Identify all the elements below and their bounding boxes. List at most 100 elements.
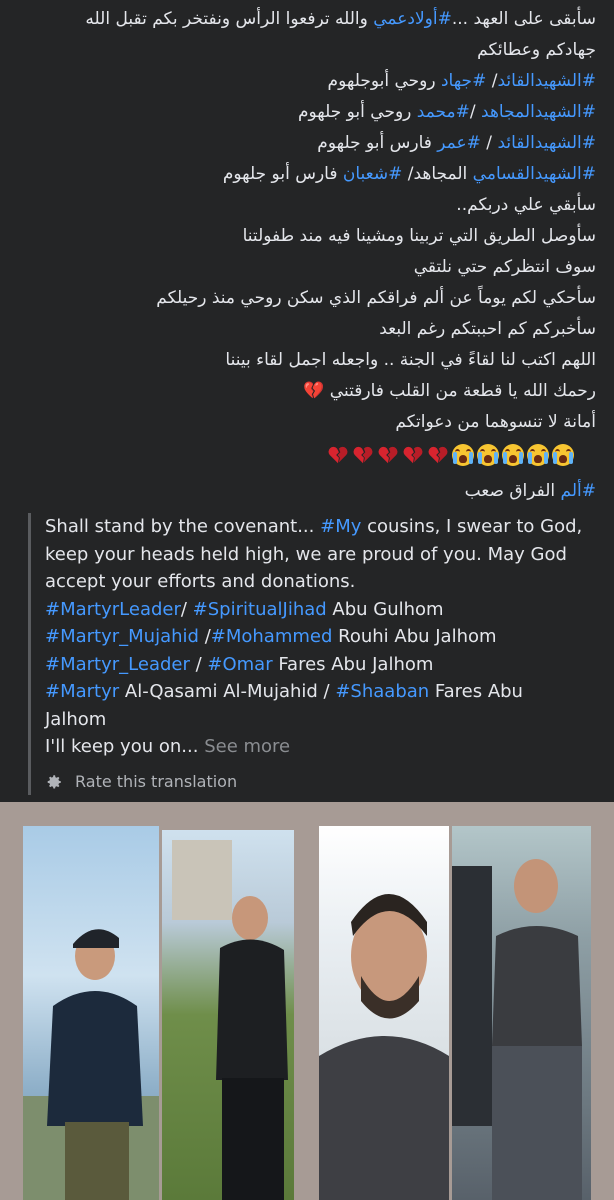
translation-line: #Martyr Al-Qasami Al-Mujahid / #Shaaban … [45, 678, 594, 706]
arabic-post-text: سأبقى على العهد ...#أولادعمي والله ترفعو… [0, 0, 614, 438]
loudly-crying-face-icon [452, 444, 474, 466]
text-segment: سأخبركم كم احببتكم رغم البعد [379, 319, 596, 339]
text-segment: رحمك الله يا قطعة من القلب فارقتني [324, 381, 596, 401]
emoji-row [0, 438, 614, 476]
hashtag-link[interactable]: #SpiritualJihad [193, 599, 327, 620]
hashtag-link[interactable]: #الشهيدالقسامي [473, 164, 596, 184]
arabic-line: سأوصل الطريق التي تربينا ومشينا فيه مند … [18, 221, 596, 252]
text-segment: Rouhi Abu Jalhom [332, 626, 497, 647]
text-segment: سوف انتظركم حتي نلتقي [413, 257, 596, 277]
text-segment: سأوصل الطريق التي تربينا ومشينا فيه مند … [242, 226, 596, 246]
translation-line: #Martyr_Leader / #Omar Fares Abu Jalhom [45, 651, 594, 679]
loudly-crying-face-icon [527, 444, 549, 466]
hashtag-link[interactable]: #ألم [561, 481, 596, 501]
text-segment: Abu Gulhom [326, 598, 444, 620]
photo-1[interactable] [23, 826, 159, 1200]
hashtag-link[interactable]: #Omar [207, 654, 272, 675]
text-segment: اللهم اكتب لنا لقاءً في الجنة .. واجعله … [225, 350, 596, 370]
text-segment: أمانة لا تنسوهما من دعواتكم [395, 412, 596, 432]
loudly-crying-face-icon [477, 444, 499, 466]
text-segment: / [180, 598, 193, 620]
arabic-line: #الشهيدالقائد / #عمر فارس أبو جلهوم [18, 128, 596, 159]
hashtag-link[interactable]: #عمر [437, 133, 481, 153]
translation-line: #Martyr_Mujahid /#Mohammed Rouhi Abu Jal… [45, 623, 594, 651]
hashtag-link[interactable]: #Martyr_Mujahid [45, 626, 199, 647]
arabic-closing-line: #ألم الفراق صعب [0, 476, 614, 507]
hashtag-link[interactable]: #محمد [417, 102, 470, 122]
text-segment: المجاهد/ [402, 164, 473, 184]
truncated-text: I'll keep you on... [45, 736, 199, 757]
rate-translation-label: Rate this translation [75, 771, 238, 791]
text-segment: Fares Abu [429, 681, 523, 702]
text-segment: Fares Abu Jalhom [272, 653, 434, 675]
translation-line: Shall stand by the covenant... #My cousi… [45, 513, 594, 541]
arabic-line: رحمك الله يا قطعة من القلب فارقتني 💔 [18, 376, 596, 407]
person-silhouette [172, 840, 288, 1200]
hashtag-link[interactable]: #Shaaban [335, 681, 429, 702]
text-segment: keep your heads held high, we are proud … [45, 543, 567, 565]
text-segment: الفراق صعب [464, 481, 561, 501]
broken-heart-icon [327, 444, 349, 466]
photo-2[interactable] [162, 830, 294, 1200]
arabic-line: أمانة لا تنسوهما من دعواتكم [18, 407, 596, 438]
text-segment: روحي أبو جلهوم [297, 102, 417, 122]
text-segment: cousins, I swear to God, [361, 516, 583, 537]
see-more-link[interactable]: See more [204, 736, 290, 757]
hashtag-link[interactable]: #Martyr_Leader [45, 654, 190, 675]
hashtag-link[interactable]: #جهاد [441, 71, 486, 91]
text-segment: / [480, 133, 498, 153]
broken-heart-icon [402, 444, 424, 466]
broken-heart-icon [352, 444, 374, 466]
photo-4[interactable] [452, 826, 591, 1200]
hashtag-link[interactable]: #الشهيدالقائد [497, 71, 596, 91]
hashtag-link[interactable]: #My [320, 516, 361, 537]
hashtag-link[interactable]: #أولادعمي [373, 9, 452, 29]
text-segment: سأبقى على العهد ... [451, 9, 596, 29]
arabic-line: سأخبركم كم احببتكم رغم البعد [18, 314, 596, 345]
hashtag-link[interactable]: #الشهيدالمجاهد [481, 102, 596, 122]
translation-block: Shall stand by the covenant... #My cousi… [28, 513, 594, 795]
gear-icon [47, 774, 61, 789]
loudly-crying-face-icon [502, 444, 524, 466]
photo-3[interactable] [319, 826, 449, 1200]
person-silhouette [319, 894, 449, 1200]
loudly-crying-face-icon [552, 444, 574, 466]
broken-heart-icon [427, 444, 449, 466]
translation-line: Jalhom [45, 706, 594, 734]
translation-text: Shall stand by the covenant... #My cousi… [45, 513, 594, 733]
text-segment: / [189, 653, 208, 675]
text-segment: Shall stand by the covenant... [45, 516, 321, 537]
hashtag-link[interactable]: #الشهيدالقائد [497, 133, 596, 153]
arabic-line: سأبقى على العهد ...#أولادعمي والله ترفعو… [18, 4, 596, 35]
hashtag-link[interactable]: #MartyrLeader [45, 599, 181, 620]
hashtag-link[interactable]: #Martyr [45, 681, 119, 702]
arabic-line: #الشهيدالمجاهد /#محمد روحي أبو جلهوم [18, 97, 596, 128]
text-segment: فارس أبو جلهوم [222, 164, 343, 184]
text-segment: روحي أبوجلهوم [327, 71, 441, 91]
post-photo-collage[interactable] [0, 802, 614, 1200]
hashtag-link[interactable]: #Mohammed [211, 626, 333, 647]
text-segment: Al-Qasami Al-Mujahid / [119, 681, 336, 702]
translation-line: accept your efforts and donations. [45, 568, 594, 596]
broken-heart-icon [377, 444, 399, 466]
text-segment: سأبقي علي دربكم.. [456, 195, 596, 215]
text-segment: سأحكي لكم يوماً عن ألم فراقكم الذي سكن ر… [156, 288, 596, 308]
text-segment: accept your efforts and donations. [45, 571, 356, 592]
translation-line: keep your heads held high, we are proud … [45, 541, 594, 569]
text-segment: Jalhom [45, 708, 107, 730]
rate-translation[interactable]: Rate this translation [45, 769, 594, 795]
text-segment: / [469, 102, 482, 122]
translation-line: #MartyrLeader/ #SpiritualJihad Abu Gulho… [45, 596, 594, 624]
arabic-line: سأحكي لكم يوماً عن ألم فراقكم الذي سكن ر… [18, 283, 596, 314]
arabic-line: سأبقي علي دربكم.. [18, 190, 596, 221]
post-body: سأبقى على العهد ...#أولادعمي والله ترفعو… [0, 0, 614, 795]
text-segment: فارس أبو جلهوم [317, 133, 438, 153]
text-segment: / [486, 71, 498, 91]
text-segment: 💔 [303, 381, 325, 401]
text-segment: / [198, 626, 211, 647]
person-silhouette [452, 859, 582, 1200]
hashtag-link[interactable]: #شعبان [343, 164, 402, 184]
arabic-line: جهادكم وعطائكم [18, 35, 596, 66]
arabic-line: اللهم اكتب لنا لقاءً في الجنة .. واجعله … [18, 345, 596, 376]
arabic-line: #الشهيدالقسامي المجاهد/ #شعبان فارس أبو … [18, 159, 596, 190]
